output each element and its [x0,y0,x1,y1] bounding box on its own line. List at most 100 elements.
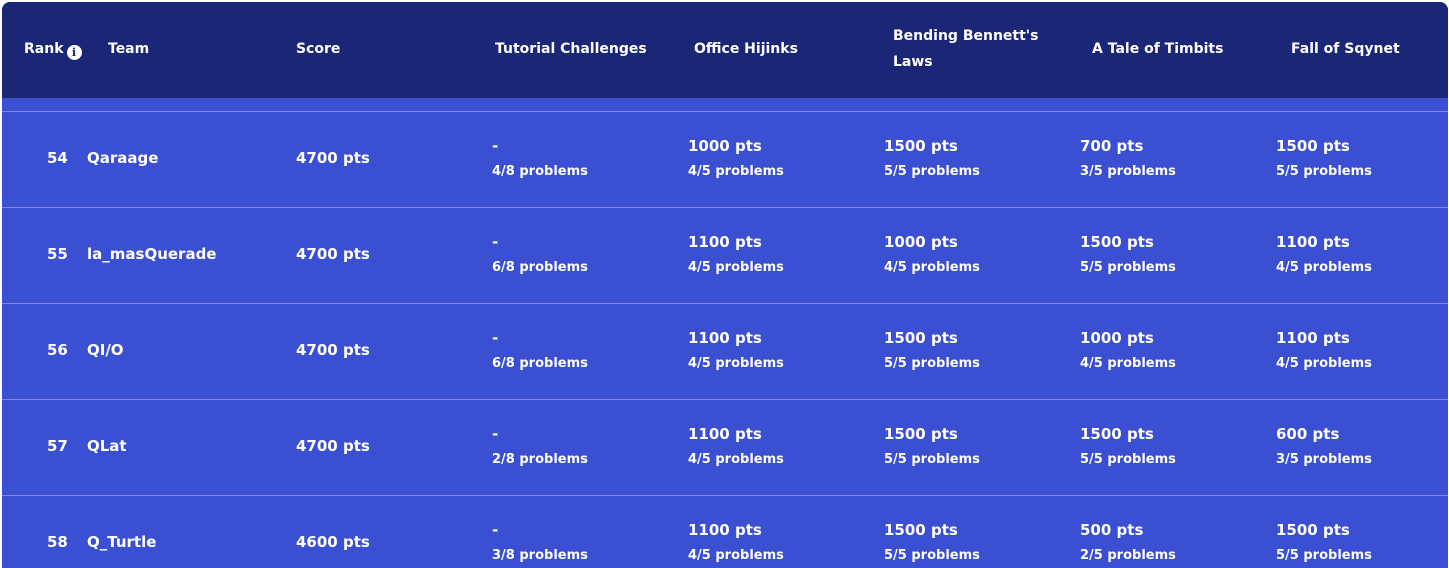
challenge-problems: 5/5 problems [1276,548,1372,563]
table-row[interactable]: 58 Q_Turtle 4600 pts - 3/8 problems 1100 pts 4… [2,496,1448,568]
challenge-points: 1000 pts [884,233,958,251]
challenge-points: 1500 pts [1080,425,1154,443]
tutorial-cell: - 2/8 problems [492,424,588,470]
bending-bennetts-laws-column-header[interactable]: Bending Bennett's Laws [893,23,1038,75]
challenge-problems: 6/8 problems [492,260,588,275]
challenge-points: 1100 pts [688,425,762,443]
challenge-points: 1000 pts [1080,329,1154,347]
challenge-problems: 3/5 problems [1080,164,1176,179]
challenge-problems: 5/5 problems [1080,452,1176,467]
bending-bennetts-laws-cell: 1500 pts 5/5 problems [884,520,980,566]
tale-of-timbits-cell: 1500 pts 5/5 problems [1080,424,1176,470]
tutorial-cell: - 6/8 problems [492,328,588,374]
bending-bennetts-laws-cell: 1500 pts 5/5 problems [884,424,980,470]
challenge-points: - [492,329,499,347]
fall-of-sqynet-cell: 1500 pts 5/5 problems [1276,136,1372,182]
rank-cell: 56 [47,341,68,359]
bending-bennetts-laws-cell: 1500 pts 5/5 problems [884,328,980,374]
table-row[interactable]: 55 la_masQuerade 4700 pts - 6/8 problems 1100… [2,208,1448,304]
challenge-problems: 4/5 problems [688,164,784,179]
tale-of-timbits-cell: 500 pts 2/5 problems [1080,520,1176,566]
challenge-problems: 4/5 problems [884,260,980,275]
challenge-points: 1500 pts [1276,137,1350,155]
tale-of-timbits-cell: 1000 pts 4/5 problems [1080,328,1176,374]
office-hijinks-cell: 1100 pts 4/5 problems [688,328,784,374]
challenge-points: 1500 pts [1080,233,1154,251]
team-name-cell[interactable]: la_masQuerade [87,245,216,263]
challenge-points: 1100 pts [688,521,762,539]
bending-header-line1: Bending Bennett's [893,28,1039,44]
challenge-points: 1100 pts [688,233,762,251]
tale-of-timbits-cell: 1500 pts 5/5 problems [1080,232,1176,278]
challenge-problems: 4/5 problems [688,260,784,275]
challenge-points: 1100 pts [688,329,762,347]
challenge-problems: 2/5 problems [1080,548,1176,563]
challenge-points: 1100 pts [1276,329,1350,347]
challenge-problems: 4/5 problems [688,452,784,467]
fall-of-sqynet-column-header[interactable]: Fall of Sqynet [1291,36,1400,62]
office-hijinks-column-header[interactable]: Office Hijinks [694,36,798,62]
team-name-cell[interactable]: Qaraage [87,149,158,167]
challenge-problems: 4/5 problems [688,548,784,563]
challenge-problems: 5/5 problems [884,452,980,467]
challenge-points: 1100 pts [1276,233,1350,251]
score-cell: 4700 pts [296,245,370,263]
challenge-problems: 4/5 problems [688,356,784,371]
header-divider [2,98,1448,112]
office-hijinks-cell: 1000 pts 4/5 problems [688,136,784,182]
challenge-problems: 5/5 problems [884,548,980,563]
team-column-header[interactable]: Team [108,36,149,62]
tutorial-cell: - 4/8 problems [492,136,588,182]
rank-cell: 54 [47,149,68,167]
table-row[interactable]: 57 QLat 4700 pts - 2/8 problems 1100 pts 4/5 p… [2,400,1448,496]
challenge-points: 600 pts [1276,425,1340,443]
challenge-problems: 5/5 problems [1080,260,1176,275]
table-header: Rank i Team Score Tutorial Challenges Off… [2,2,1448,98]
challenge-problems: 3/5 problems [1276,452,1372,467]
score-column-header[interactable]: Score [296,36,340,62]
rank-cell: 57 [47,437,68,455]
office-hijinks-cell: 1100 pts 4/5 problems [688,424,784,470]
score-cell: 4600 pts [296,533,370,551]
fall-of-sqynet-cell: 1100 pts 4/5 problems [1276,232,1372,278]
info-icon[interactable]: i [66,45,82,60]
challenge-points: 700 pts [1080,137,1144,155]
challenge-problems: 2/8 problems [492,452,588,467]
bending-bennetts-laws-cell: 1000 pts 4/5 problems [884,232,980,278]
rank-cell: 58 [47,533,68,551]
tale-of-timbits-column-header[interactable]: A Tale of Timbits [1092,36,1223,62]
team-name-cell[interactable]: QLat [87,437,127,455]
rank-column-header[interactable]: Rank i [24,36,82,62]
rank-header-label: Rank [24,41,64,57]
challenge-points: 1500 pts [884,521,958,539]
challenge-problems: 5/5 problems [1276,164,1372,179]
table-row[interactable]: 56 QI/O 4700 pts - 6/8 problems 1100 pts 4/5 p… [2,304,1448,400]
bending-bennetts-laws-cell: 1500 pts 5/5 problems [884,136,980,182]
fall-of-sqynet-cell: 1100 pts 4/5 problems [1276,328,1372,374]
challenge-problems: 5/5 problems [884,356,980,371]
office-hijinks-cell: 1100 pts 4/5 problems [688,232,784,278]
table-row[interactable]: 54 Qaraage 4700 pts - 4/8 problems 1000 pts 4/… [2,112,1448,208]
bending-header-line2: Laws [893,54,933,70]
challenge-points: 1500 pts [884,425,958,443]
challenge-points: 500 pts [1080,521,1144,539]
challenge-problems: 5/5 problems [884,164,980,179]
tale-of-timbits-cell: 700 pts 3/5 problems [1080,136,1176,182]
leaderboard-table: Rank i Team Score Tutorial Challenges Off… [2,2,1448,568]
challenge-problems: 3/8 problems [492,548,588,563]
challenge-points: - [492,521,499,539]
tutorial-challenges-column-header[interactable]: Tutorial Challenges [495,36,647,62]
challenge-points: - [492,233,499,251]
office-hijinks-cell: 1100 pts 4/5 problems [688,520,784,566]
challenge-points: 1500 pts [884,329,958,347]
challenge-problems: 4/5 problems [1276,356,1372,371]
score-cell: 4700 pts [296,341,370,359]
tutorial-cell: - 3/8 problems [492,520,588,566]
challenge-points: 1500 pts [884,137,958,155]
team-name-cell[interactable]: Q_Turtle [87,533,156,551]
fall-of-sqynet-cell: 1500 pts 5/5 problems [1276,520,1372,566]
challenge-points: - [492,425,499,443]
team-name-cell[interactable]: QI/O [87,341,124,359]
tutorial-cell: - 6/8 problems [492,232,588,278]
challenge-problems: 4/5 problems [1080,356,1176,371]
